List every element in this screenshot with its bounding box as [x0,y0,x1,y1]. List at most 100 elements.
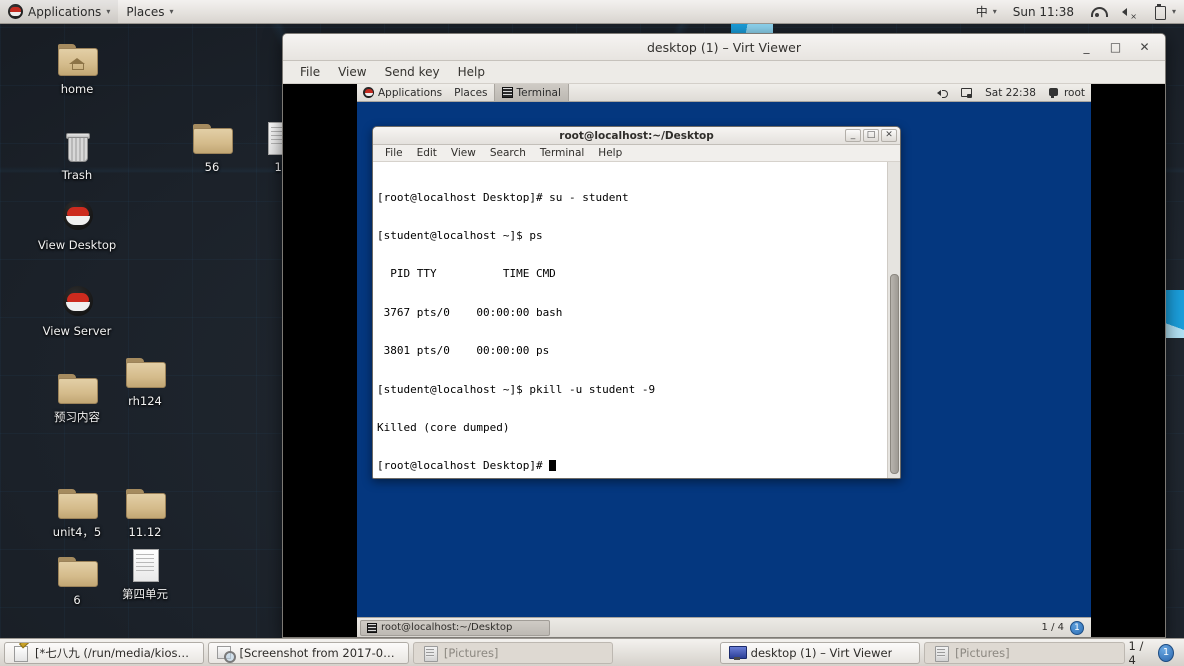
folder-icon [55,551,99,591]
terminal-line: 3767 pts/0 00:00:00 bash [377,305,563,319]
terminal-window[interactable]: root@localhost:~/Desktop _ □ ✕ File Edit… [372,126,901,479]
terminal-menu-view[interactable]: View [444,145,483,162]
vm-clock-label: Sat 22:38 [985,86,1036,99]
battery-icon [1152,4,1167,20]
menu-help[interactable]: Help [449,61,494,84]
terminal-maximize-button[interactable]: □ [863,129,879,142]
redhat-logo-icon [8,4,23,19]
desktop-icon-11-12[interactable]: 11.12 [102,483,188,539]
terminal-line: [student@localhost ~]$ pkill -u student … [377,382,656,396]
input-method-indicator[interactable]: 中 ▾ [968,0,1005,23]
vm-screen[interactable]: Applications Places Terminal Sat 22:38 r… [357,84,1091,637]
vm-window-list-terminal[interactable]: Terminal [493,84,569,101]
terminal-line: PID TTY TIME CMD [377,267,556,281]
minimize-button[interactable]: _ [1080,41,1093,53]
terminal-window-controls: _ □ ✕ [845,129,900,142]
vm-workspace-indicator[interactable]: 1 [1070,620,1084,635]
places-menu[interactable]: Places ▾ [118,0,181,23]
taskbar-item-gedit[interactable]: [*七八九 (/run/media/kiosk//... [4,641,205,664]
screenshot-icon [217,645,237,663]
chevron-down-icon: ▾ [106,7,111,16]
terminal-menu-file[interactable]: File [378,145,410,162]
volume-icon [937,87,949,99]
vm-taskbar-item-label: root@localhost:~/Desktop [381,622,513,633]
chevron-down-icon: ▾ [992,7,997,16]
menu-view[interactable]: View [329,61,375,84]
vm-applications-label: Applications [378,86,443,99]
taskbar-item-pictures-2[interactable]: [Pictures] [924,641,1125,664]
user-icon [1048,87,1060,99]
desktop-icon-label: unit4，5 [52,525,102,539]
desktop-icon-disi-danyuan[interactable]: 第四单元 [102,545,188,601]
vm-clock[interactable]: Sat 22:38 [979,84,1042,101]
taskbar-item-label: [Screenshot from 2017-01-07 ... [239,645,399,660]
applications-menu[interactable]: Applications ▾ [0,0,119,23]
folder-icon [55,483,99,523]
vm-bottom-panel: root@localhost:~/Desktop 1 / 4 1 [357,617,1091,637]
menu-file[interactable]: File [291,61,329,84]
desktop-icon-label: 预习内容 [54,410,100,424]
taskbar-item-label: desktop (1) – Virt Viewer [750,645,893,660]
terminal-menu-search[interactable]: Search [483,145,533,162]
vm-volume-indicator[interactable] [931,84,955,101]
taskbar-item-virt-viewer[interactable]: desktop (1) – Virt Viewer [719,641,921,664]
terminal-menu-terminal[interactable]: Terminal [533,145,591,162]
vm-places-menu[interactable]: Places [448,84,493,101]
folder-icon [123,352,167,392]
terminal-minimize-button[interactable]: _ [845,129,861,142]
folder-icon [55,368,99,408]
desktop-icon-home[interactable]: home [34,40,120,96]
clock[interactable]: Sun 11:38 [1005,0,1082,23]
terminal-scrollbar-thumb[interactable] [890,274,899,474]
desktop-icon-label: View Server [42,324,112,338]
terminal-titlebar[interactable]: root@localhost:~/Desktop _ □ ✕ [373,127,900,145]
maximize-button[interactable]: □ [1109,41,1122,53]
terminal-line: [root@localhost Desktop]# su - student [377,190,629,204]
input-method-label: 中 [975,5,988,19]
terminal-title: root@localhost:~/Desktop [559,129,714,142]
trash-icon [55,126,99,166]
vm-applications-menu[interactable]: Applications [357,84,448,101]
folder-icon [190,118,234,158]
terminal-close-button[interactable]: ✕ [881,129,897,142]
workspace-indicator[interactable]: 1 [1158,643,1174,662]
virt-viewer-window[interactable]: desktop (1) – Virt Viewer _ □ ✕ File Vie… [282,33,1166,638]
clock-label: Sun 11:38 [1012,4,1074,19]
places-menu-label: Places [126,4,165,19]
terminal-output[interactable]: [root@localhost Desktop]# su - student [… [373,162,887,478]
terminal-menu-help[interactable]: Help [591,145,629,162]
desktop-icon-label: 11.12 [128,525,162,539]
network-indicator[interactable] [1082,0,1113,23]
folder-icon [123,483,167,523]
desktop-icon-label: rh124 [128,394,162,408]
vm-network-indicator[interactable] [955,84,979,101]
virt-viewer-titlebar[interactable]: desktop (1) – Virt Viewer _ □ ✕ [283,34,1165,61]
vm-user-label: root [1063,86,1085,99]
virt-viewer-menubar: File View Send key Help [283,61,1165,84]
volume-muted-icon [1121,4,1137,21]
pictures-icon [422,645,438,662]
taskbar-item-label: [*七八九 (/run/media/kiosk//... [35,645,196,660]
terminal-line: [student@localhost ~]$ ps [377,228,543,242]
pictures-icon [933,645,950,662]
terminal-body[interactable]: [root@localhost Desktop]# su - student [… [373,162,900,478]
terminal-menubar: File Edit View Search Terminal Help [373,145,900,162]
menu-send-key[interactable]: Send key [376,61,449,84]
vm-top-panel: Applications Places Terminal Sat 22:38 r… [357,84,1091,102]
desktop-icon-view-server[interactable]: View Server [34,282,120,338]
vm-user-menu[interactable]: root [1042,84,1091,101]
desktop-icon-view-desktop[interactable]: View Desktop [34,196,120,252]
vm-taskbar-item-terminal[interactable]: root@localhost:~/Desktop [360,619,550,636]
terminal-scrollbar[interactable] [887,162,900,478]
taskbar-item-screenshot[interactable]: [Screenshot from 2017-01-07 ... [208,641,409,664]
terminal-menu-edit[interactable]: Edit [410,145,444,162]
battery-indicator[interactable]: ▾ [1144,0,1184,23]
volume-indicator[interactable] [1113,0,1144,23]
taskbar-item-pictures-1[interactable]: [Pictures] [412,641,614,664]
close-button[interactable]: ✕ [1138,41,1151,53]
desktop-icon-rh124[interactable]: rh124 [102,352,188,408]
redhat-icon [55,282,99,322]
workspace-switcher: 1 / 4 1 [1129,639,1180,666]
desktop-icon-trash[interactable]: Trash [34,126,120,182]
terminal-line: 3801 pts/0 00:00:00 ps [377,344,550,358]
